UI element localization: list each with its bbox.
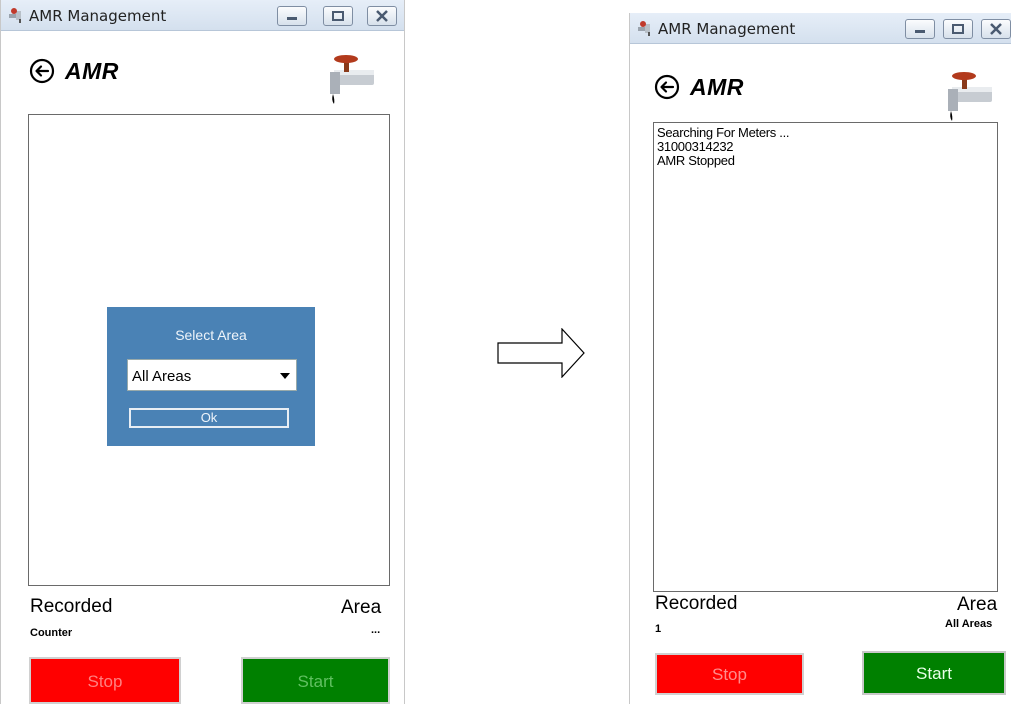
minimize-button[interactable] (905, 19, 935, 39)
title-bar[interactable]: AMR Management (1, 0, 404, 31)
maximize-button[interactable] (943, 19, 973, 39)
recorded-value: 1 (655, 623, 662, 635)
log-line: AMR Stopped (657, 153, 735, 168)
stop-button[interactable]: Stop (655, 653, 804, 695)
water-tap-icon (330, 55, 374, 104)
minimize-button[interactable] (277, 6, 307, 26)
select-area-dialog: Select Area All Areas Ok (107, 307, 315, 446)
maximize-icon (332, 11, 344, 21)
app-icon (638, 21, 650, 36)
log-line: 31000314232 (657, 139, 734, 154)
recorded-label: Recorded (655, 593, 738, 614)
minimize-icon (287, 17, 297, 20)
window-title: AMR Management (29, 7, 167, 25)
chevron-down-icon (280, 373, 290, 379)
log-line: Searching For Meters ... (657, 125, 790, 140)
close-icon (376, 10, 388, 22)
area-label: Area (341, 597, 382, 618)
ok-button[interactable]: Ok (129, 408, 289, 428)
close-button[interactable] (981, 19, 1011, 39)
back-arrow-circle-icon[interactable] (654, 74, 680, 100)
area-dropdown-value: All Areas (132, 368, 192, 385)
close-icon (990, 23, 1002, 35)
stop-button[interactable]: Stop (29, 657, 181, 704)
title-bar[interactable]: AMR Management (630, 13, 1011, 44)
area-dropdown[interactable]: All Areas (127, 359, 297, 391)
page-title: AMR (65, 58, 119, 84)
page-title: AMR (690, 74, 744, 100)
area-value: All Areas (945, 618, 993, 630)
right-app-window: AMR Management AMR Searching For Meters … (629, 13, 1011, 704)
water-tap-icon (948, 72, 992, 121)
area-value: ... (371, 624, 381, 636)
recorded-label: Recorded (30, 596, 113, 617)
maximize-icon (952, 24, 964, 34)
app-icon (9, 8, 21, 23)
left-app-window: AMR Management AMR Select Area All Areas… (0, 0, 405, 704)
maximize-button[interactable] (323, 6, 353, 26)
dialog-title: Select Area (175, 327, 247, 343)
close-button[interactable] (367, 6, 397, 26)
back-arrow-circle-icon[interactable] (29, 58, 55, 84)
window-title: AMR Management (658, 20, 796, 38)
area-label: Area (957, 594, 998, 615)
log-output-area: Searching For Meters ... 31000314232 AMR… (653, 122, 998, 592)
recorded-value: Counter (30, 627, 73, 639)
right-arrow-icon (497, 328, 585, 378)
start-button[interactable]: Start (241, 657, 390, 704)
start-button[interactable]: Start (862, 651, 1006, 695)
minimize-icon (915, 30, 925, 33)
